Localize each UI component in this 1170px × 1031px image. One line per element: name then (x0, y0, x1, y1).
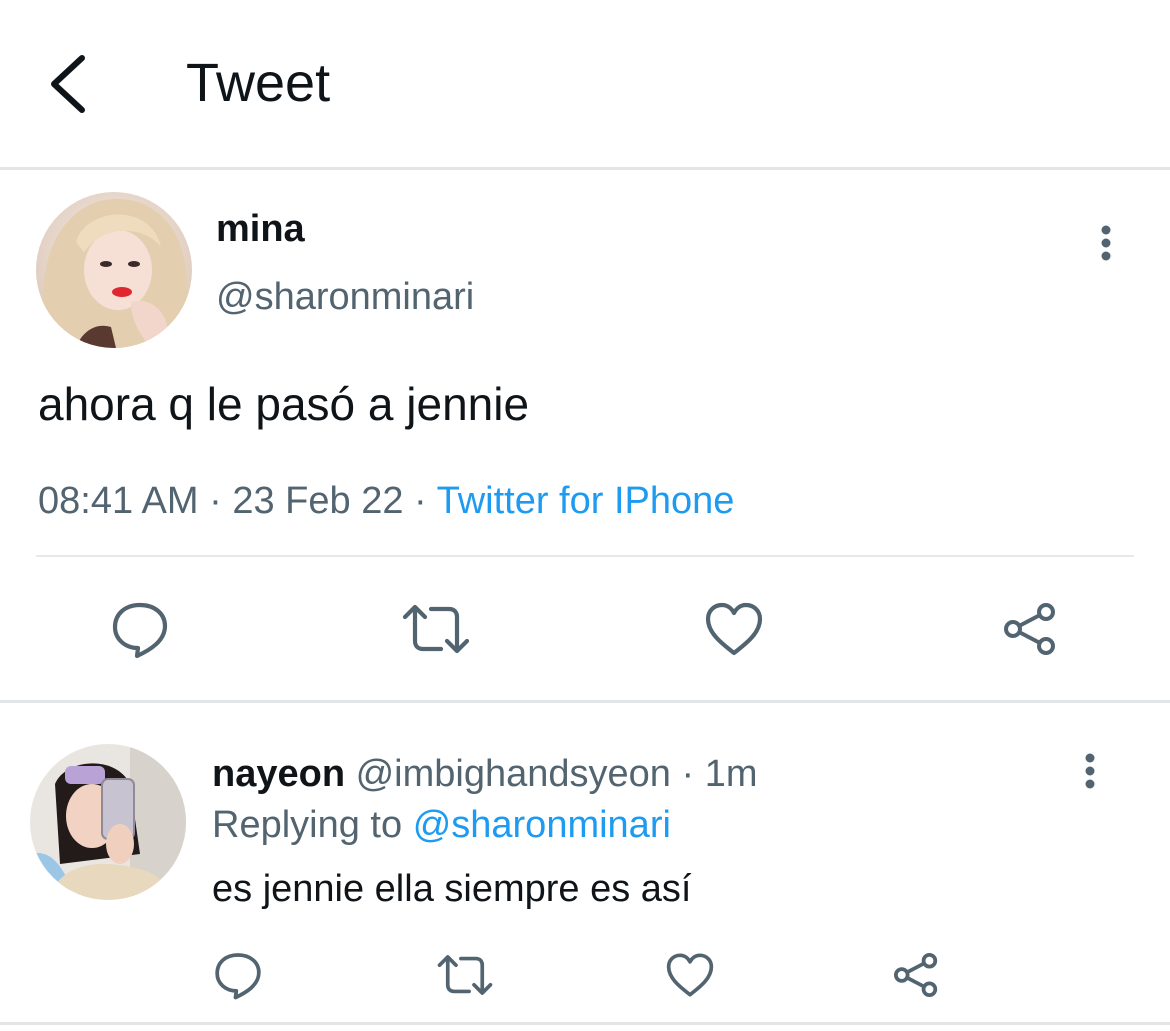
replying-to-mention[interactable]: @sharonminari (413, 804, 671, 846)
tweet-date: 23 Feb 22 (232, 480, 404, 522)
reply-header: nayeon @imbighandsyeon · 1m (212, 751, 758, 797)
reply-author-name[interactable]: nayeon (212, 753, 345, 795)
reply-more-options-button[interactable] (1066, 748, 1114, 796)
back-arrow-icon (51, 55, 85, 113)
reply-retweet-button[interactable] (432, 946, 498, 1004)
like-button[interactable] (698, 596, 770, 662)
tweet-text: ahora q le pasó a jennie (38, 378, 530, 430)
reply-button[interactable] (104, 596, 176, 662)
replying-to-label: Replying to (212, 804, 403, 846)
reply-icon (112, 602, 168, 659)
meta-separator: · (414, 480, 427, 522)
author-name[interactable]: mina (216, 206, 305, 252)
page-title: Tweet (186, 53, 331, 113)
share-button[interactable] (994, 594, 1066, 664)
reply-separator: · (681, 753, 695, 795)
tweet-source-link[interactable]: Twitter for IPhone (437, 480, 735, 522)
reply-reply-button[interactable] (208, 946, 268, 1004)
retweet-icon (402, 604, 470, 654)
reply-like-button[interactable] (660, 946, 720, 1004)
reply-author-handle[interactable]: @imbighandsyeon (356, 753, 671, 795)
header-divider (0, 167, 1170, 170)
like-icon (666, 953, 714, 997)
avatar-photo (36, 192, 192, 348)
reply-time: 1m (704, 753, 758, 795)
share-icon (1004, 603, 1055, 655)
top-bar: Tweet (0, 0, 1170, 168)
replying-to-line: Replying to @sharonminari (212, 802, 671, 848)
section-divider (0, 700, 1170, 703)
retweet-button[interactable] (400, 596, 472, 662)
reply-icon (215, 953, 261, 1000)
more-vertical-icon (1101, 225, 1111, 261)
author-handle[interactable]: @sharonminari (216, 274, 474, 320)
reply-avatar[interactable] (30, 744, 186, 900)
meta-separator: · (209, 480, 222, 522)
tweet-meta: 08:41 AM · 23 Feb 22 · Twitter for IPhon… (38, 478, 734, 524)
more-options-button[interactable] (1082, 218, 1130, 268)
more-vertical-icon (1085, 753, 1095, 789)
back-button[interactable] (30, 46, 106, 122)
avatar[interactable] (36, 192, 192, 348)
tweet-time: 08:41 AM (38, 480, 199, 522)
share-icon (893, 952, 938, 998)
reply-text: es jennie ella siempre es así (212, 868, 692, 910)
reply-avatar-photo (30, 744, 186, 900)
like-icon (705, 602, 763, 656)
meta-divider (36, 555, 1134, 557)
reply-share-button[interactable] (886, 944, 946, 1006)
retweet-icon (437, 955, 493, 995)
bottom-divider (0, 1022, 1170, 1025)
